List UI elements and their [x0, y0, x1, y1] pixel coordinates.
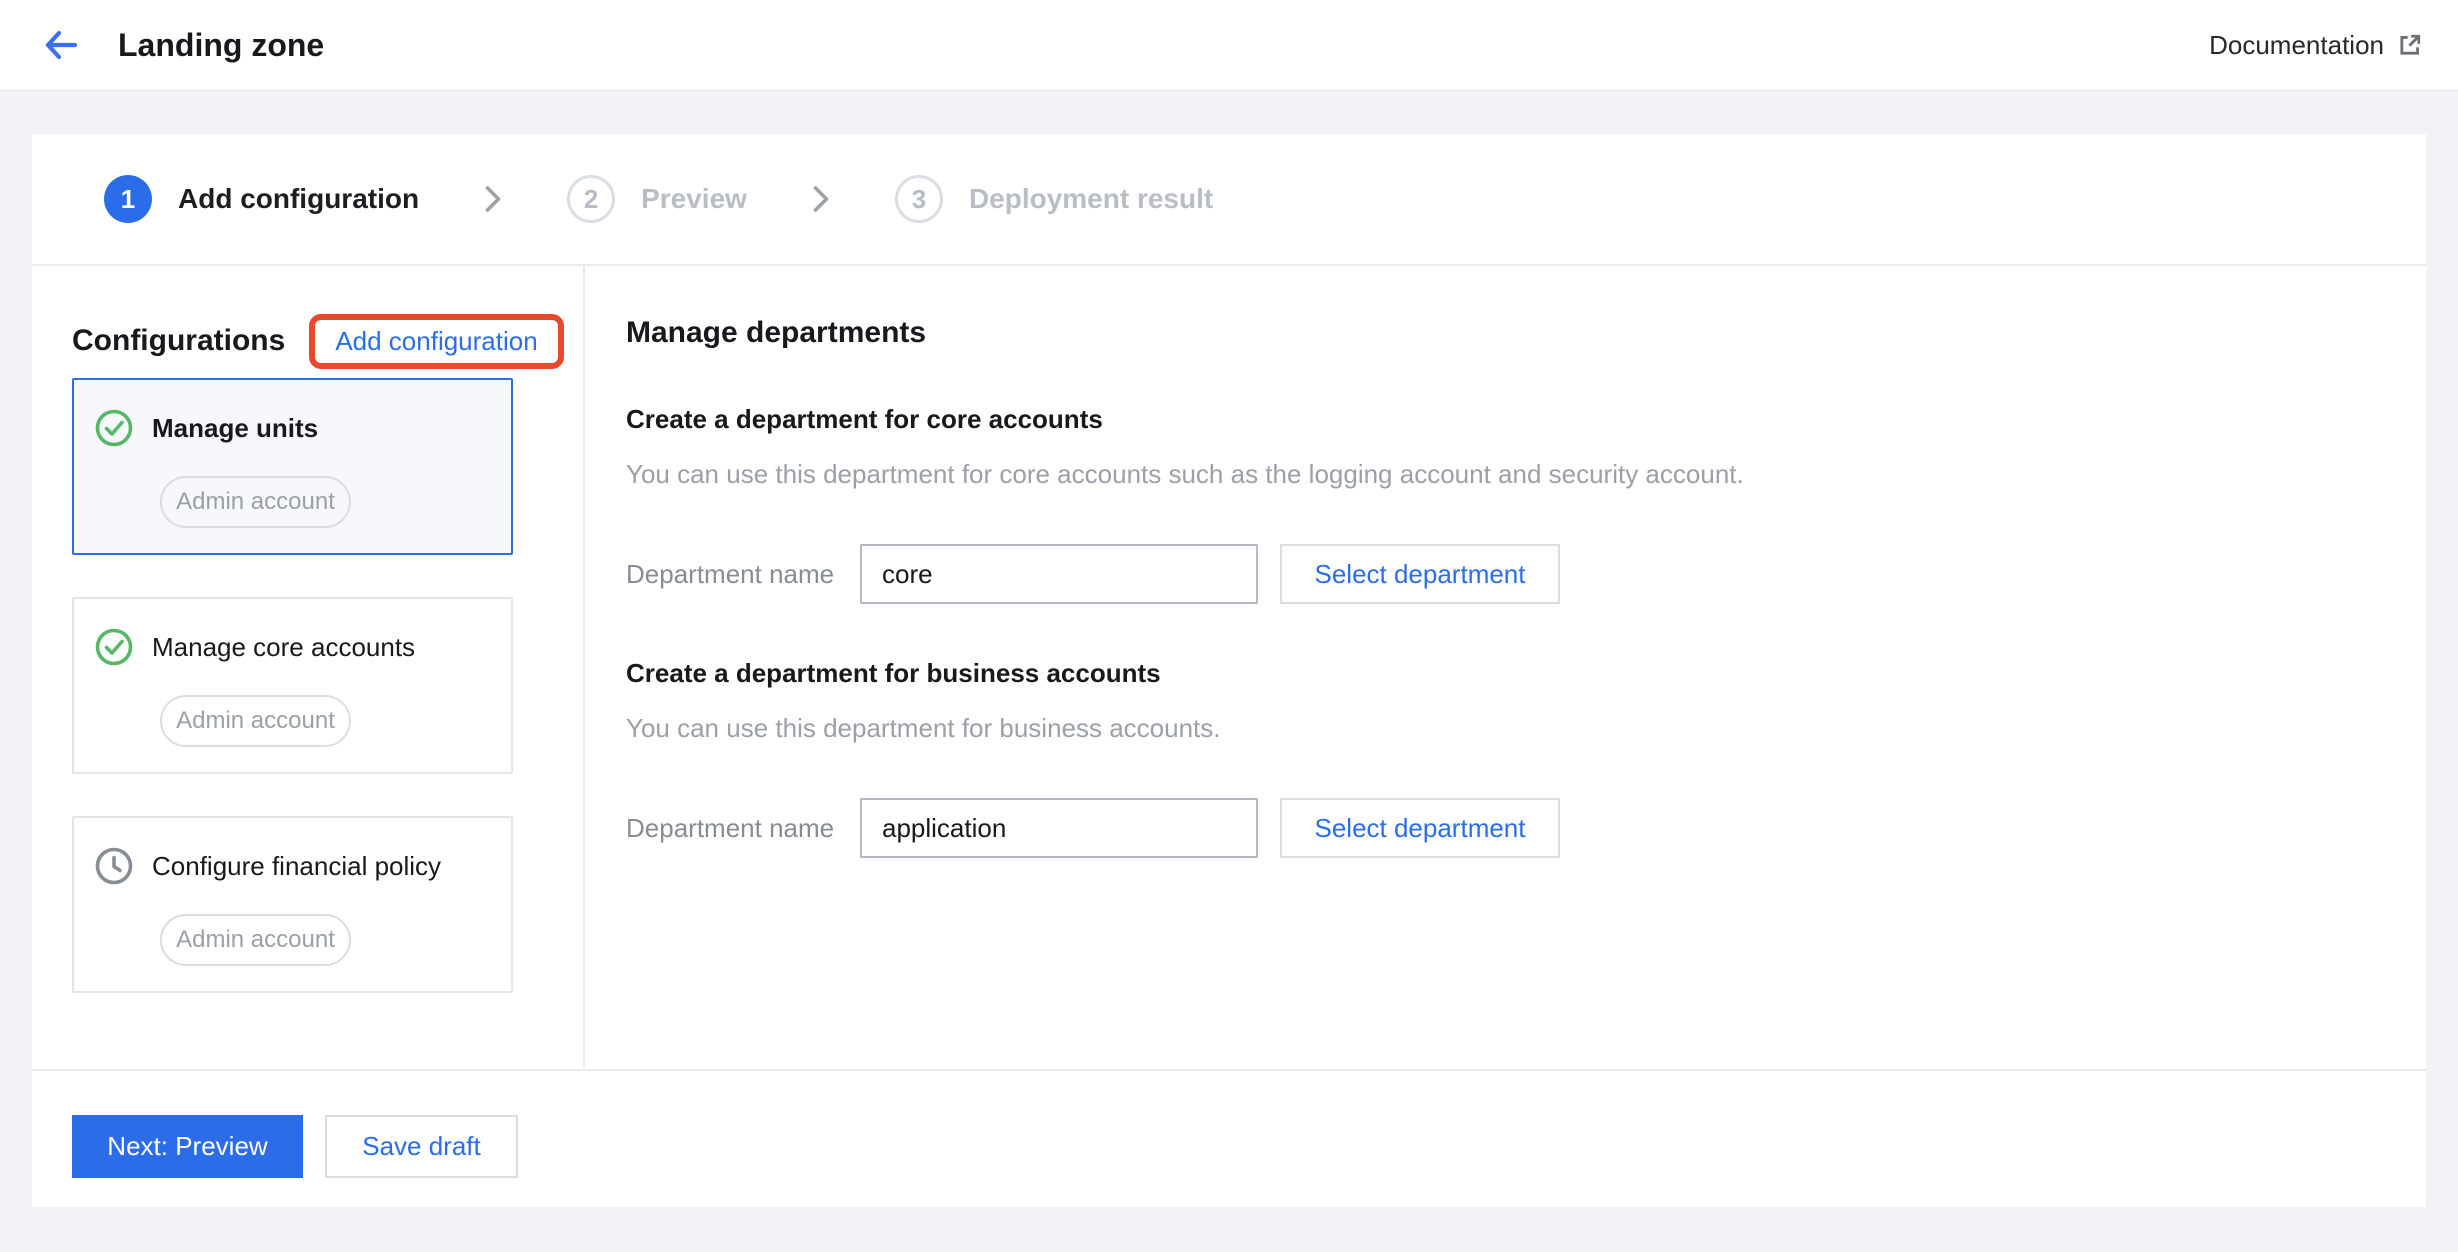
page-title: Landing zone: [118, 27, 324, 64]
configurations-title: Configurations: [72, 324, 285, 358]
configuration-card-list: Manage units Admin account Manage core a…: [72, 378, 583, 993]
section-heading: Create a department for business account…: [626, 658, 2426, 689]
save-draft-button[interactable]: Save draft: [325, 1115, 518, 1178]
step-deployment-result[interactable]: 3 Deployment result: [895, 175, 1213, 223]
panel-title: Manage departments: [626, 316, 2426, 350]
card-title: Manage units: [152, 413, 318, 444]
section-description: You can use this department for business…: [626, 713, 2426, 744]
admin-account-badge: Admin account: [160, 695, 351, 747]
check-circle-icon: [94, 627, 134, 667]
back-arrow-icon: [44, 29, 80, 61]
config-card-configure-financial-policy[interactable]: Configure financial policy Admin account: [72, 816, 513, 993]
department-name-row: Department name Select department: [626, 798, 2426, 858]
step-2-label: Preview: [641, 183, 747, 215]
add-configuration-link[interactable]: Add configuration: [335, 326, 537, 357]
external-link-icon: [2396, 31, 2424, 59]
select-department-button[interactable]: Select department: [1280, 544, 1560, 604]
select-department-button[interactable]: Select department: [1280, 798, 1560, 858]
card-header: Manage units: [94, 408, 511, 448]
wizard-footer: Next: Preview Save draft: [32, 1069, 2426, 1207]
documentation-label: Documentation: [2209, 30, 2384, 61]
step-separator-chevron-icon: [483, 184, 503, 214]
next-preview-button[interactable]: Next: Preview: [72, 1115, 303, 1178]
clock-icon: [94, 846, 134, 886]
card-header: Configure financial policy: [94, 846, 511, 886]
wizard-container: 1 Add configuration 2 Preview 3 Deployme…: [32, 134, 2426, 1207]
wizard-body: Configurations Add configuration Manage …: [32, 266, 2426, 1069]
admin-account-badge: Admin account: [160, 476, 351, 528]
department-name-label: Department name: [626, 559, 860, 590]
step-separator-chevron-icon: [811, 184, 831, 214]
configurations-panel: Configurations Add configuration Manage …: [32, 266, 585, 1069]
config-card-manage-units[interactable]: Manage units Admin account: [72, 378, 513, 555]
step-3-label: Deployment result: [969, 183, 1213, 215]
card-header: Manage core accounts: [94, 627, 511, 667]
core-department-name-input[interactable]: [860, 544, 1258, 604]
admin-account-badge: Admin account: [160, 914, 351, 966]
section-heading: Create a department for core accounts: [626, 404, 2426, 435]
core-department-section: Create a department for core accounts Yo…: [626, 404, 2426, 604]
check-circle-icon: [94, 408, 134, 448]
back-button[interactable]: [42, 25, 82, 65]
department-name-label: Department name: [626, 813, 860, 844]
step-3-circle: 3: [895, 175, 943, 223]
step-preview[interactable]: 2 Preview: [567, 175, 747, 223]
documentation-link[interactable]: Documentation: [2209, 30, 2424, 61]
add-configuration-highlight-box: Add configuration: [309, 314, 563, 369]
business-department-section: Create a department for business account…: [626, 658, 2426, 858]
step-1-label: Add configuration: [178, 183, 419, 215]
top-header: Landing zone Documentation: [0, 0, 2458, 91]
configurations-header: Configurations Add configuration: [72, 312, 583, 370]
manage-departments-panel: Manage departments Create a department f…: [585, 266, 2426, 1069]
section-description: You can use this department for core acc…: [626, 459, 2426, 490]
step-add-configuration[interactable]: 1 Add configuration: [104, 175, 419, 223]
step-1-circle: 1: [104, 175, 152, 223]
business-department-name-input[interactable]: [860, 798, 1258, 858]
card-title: Manage core accounts: [152, 632, 415, 663]
config-card-manage-core-accounts[interactable]: Manage core accounts Admin account: [72, 597, 513, 774]
department-name-row: Department name Select department: [626, 544, 2426, 604]
step-indicator: 1 Add configuration 2 Preview 3 Deployme…: [32, 134, 2426, 266]
step-2-circle: 2: [567, 175, 615, 223]
card-title: Configure financial policy: [152, 851, 441, 882]
